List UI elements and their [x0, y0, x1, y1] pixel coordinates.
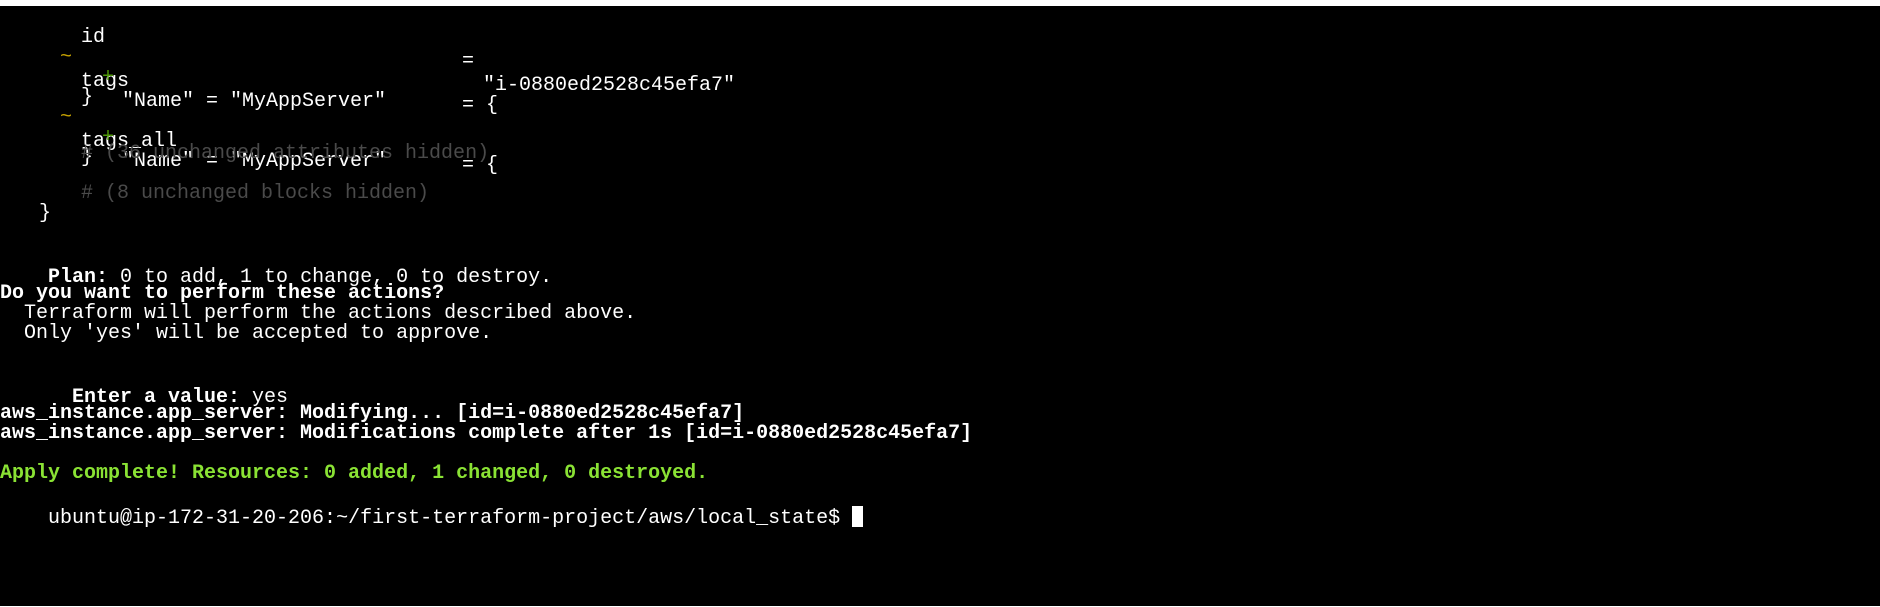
attr-value: "i-0880ed2528c45efa7"	[483, 74, 736, 97]
attr-equals: = {	[462, 94, 499, 117]
change-marker: ~	[60, 46, 73, 69]
block-close: }	[81, 86, 94, 109]
log-modifications-complete: aws_instance.app_server: Modifications c…	[0, 422, 973, 445]
terminal-window[interactable]: id = "i-0880ed2528c45efa7" ~ tags = { + …	[0, 6, 1880, 606]
diff-line-tags-all-close: }	[0, 122, 93, 169]
hidden-blocks-comment: # (8 unchanged blocks hidden)	[81, 182, 430, 205]
hidden-attributes-comment: # (36 unchanged attributes hidden)	[81, 142, 490, 165]
confirm-description-2: Only 'yes' will be accepted to approve.	[0, 322, 493, 345]
shell-prompt: ubuntu@ip-172-31-20-206:~/first-terrafor…	[48, 507, 853, 530]
resource-close: }	[39, 202, 52, 225]
text-cursor	[852, 506, 864, 527]
enter-value-line: Enter a value: yes	[0, 362, 288, 409]
change-marker: ~	[60, 106, 73, 129]
add-marker: +	[102, 66, 115, 89]
attr-value: "Name" = "MyAppServer"	[122, 90, 387, 113]
attr-equals: =	[462, 50, 475, 73]
attr-key: id	[81, 26, 106, 49]
plan-summary: Plan: 0 to add, 1 to change, 0 to destro…	[0, 242, 552, 289]
shell-prompt-line[interactable]: ubuntu@ip-172-31-20-206:~/first-terrafor…	[0, 482, 864, 530]
